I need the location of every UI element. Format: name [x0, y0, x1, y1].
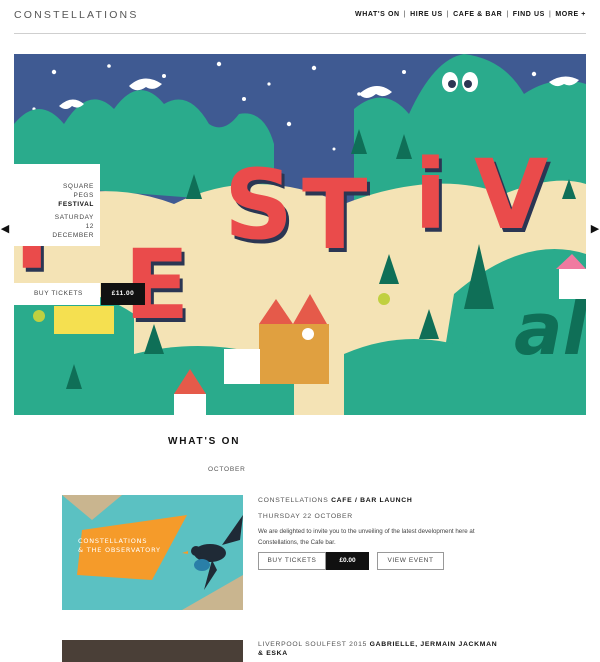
site-header: CONSTELLATIONS WHAT'S ON | HIRE US | CAF… — [14, 0, 586, 34]
svg-text:T: T — [302, 159, 367, 271]
event-poster-text-1: CONSTELLATIONS — [78, 537, 147, 545]
hero-line-1: SQUARE — [62, 183, 94, 190]
nav-item-whats-on[interactable]: WHAT'S ON — [355, 11, 400, 18]
nav-item-find-us[interactable]: FIND US — [513, 11, 545, 18]
svg-text:S: S — [224, 149, 293, 261]
event-name: CAFE / BAR LAUNCH — [331, 497, 413, 504]
hero-next-arrow-icon[interactable]: ▶ — [590, 223, 600, 235]
hero-price-badge[interactable]: £11.00 — [101, 283, 145, 305]
ticket-price[interactable]: £0.00 — [326, 552, 369, 570]
svg-text:al: al — [514, 287, 586, 371]
hero-line-4: SATURDAY — [54, 214, 94, 221]
hero-line-6: DECEMBER — [52, 232, 94, 239]
event-poster-text-2: & THE OBSERVATORY — [78, 546, 161, 554]
event-venue: CONSTELLATIONS — [258, 497, 329, 504]
nav-item-cafe-bar[interactable]: CAFE & BAR — [453, 11, 502, 18]
event-title[interactable]: CONSTELLATIONS CAFE / BAR LAUNCH — [258, 497, 412, 504]
event-venue-2: LIVERPOOL SOULFEST 2015 — [258, 641, 368, 648]
nav-item-more[interactable]: MORE + — [555, 11, 586, 18]
site-logo[interactable]: CONSTELLATIONS — [14, 9, 139, 21]
view-event-button[interactable]: VIEW EVENT — [377, 552, 444, 570]
hero-line-2: PEGS — [73, 192, 94, 199]
main-nav: WHAT'S ON | HIRE US | CAFE & BAR | FIND … — [355, 11, 586, 18]
event-image-2[interactable] — [62, 640, 243, 662]
hero-line-5: 12 — [85, 223, 94, 230]
event-poster: CONSTELLATIONS & THE OBSERVATORY — [62, 495, 243, 610]
event-image[interactable]: CONSTELLATIONS & THE OBSERVATORY — [62, 495, 243, 610]
event-description: We are delighted to invite you to the un… — [258, 528, 475, 546]
hero-event-card[interactable]: SQUARE PEGS FESTIVAL SATURDAY 12 DECEMBE… — [14, 164, 100, 246]
svg-text:i: i — [414, 139, 447, 251]
hero-prev-arrow-icon[interactable]: ◀ — [0, 223, 10, 235]
svg-text:V: V — [474, 139, 548, 251]
nav-item-hire-us[interactable]: HIRE US — [410, 11, 443, 18]
month-label: OCTOBER — [208, 466, 246, 473]
whats-on-heading: WHAT'S ON — [168, 436, 241, 447]
buy-tickets-button[interactable]: BUY TICKETS — [258, 552, 326, 570]
event-date: THURSDAY 22 OCTOBER — [258, 513, 353, 520]
event-title-2[interactable]: LIVERPOOL SOULFEST 2015 GABRIELLE, JERMA… — [258, 640, 498, 658]
hero-line-3: FESTIVAL — [58, 201, 94, 208]
hero-buy-tickets-button[interactable]: BUY TICKETS — [14, 283, 100, 305]
